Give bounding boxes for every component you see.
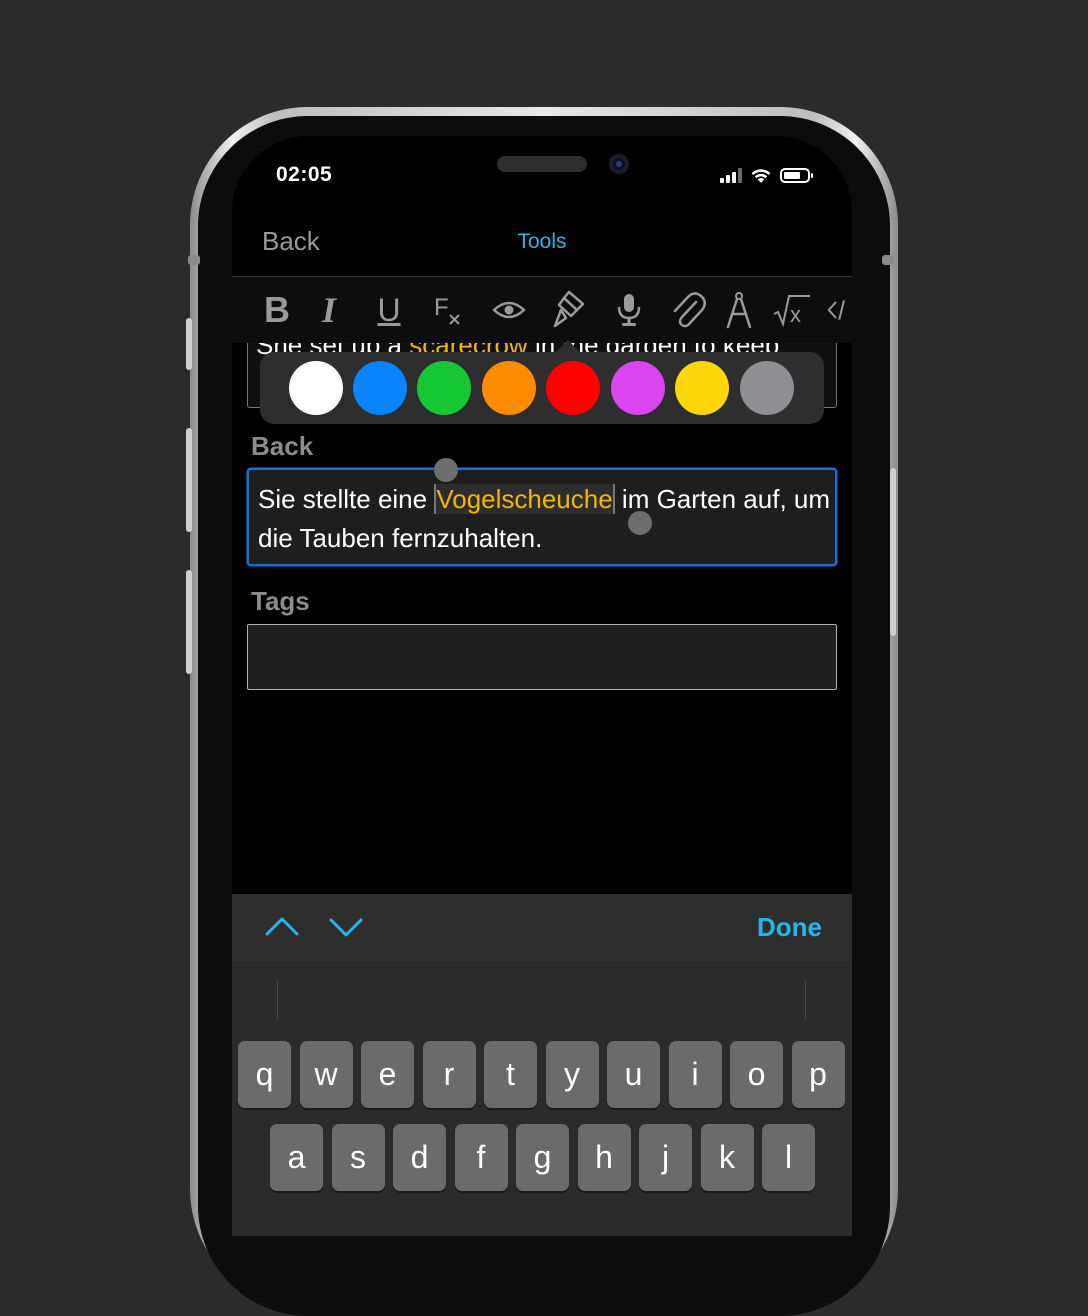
status-icons xyxy=(720,164,813,186)
html-code-button[interactable] xyxy=(828,277,852,343)
clear-format-icon: F xyxy=(434,294,460,325)
underline-button[interactable]: U xyxy=(374,277,404,343)
tags-input[interactable] xyxy=(247,624,837,690)
earpiece-speaker xyxy=(497,156,587,172)
color-swatch-gray[interactable] xyxy=(740,361,794,415)
status-time: 02:05 xyxy=(276,163,333,186)
selected-word[interactable]: Vogelscheuche xyxy=(434,484,615,514)
key-o[interactable]: o xyxy=(730,1041,783,1108)
selection-end-handle[interactable] xyxy=(628,511,652,535)
chevron-down-icon[interactable] xyxy=(328,914,364,940)
suggestion-divider-right xyxy=(805,981,806,1019)
square-root-icon: x xyxy=(773,295,810,328)
key-r[interactable]: r xyxy=(422,1041,476,1108)
keyboard-accessory-bar: Done xyxy=(232,894,852,961)
back-field[interactable]: Sie stellte eine Vogelscheuche im Garten… xyxy=(247,468,837,566)
key-w[interactable]: w xyxy=(299,1041,353,1108)
color-swatch-purple[interactable] xyxy=(611,361,665,415)
volume-down-button xyxy=(186,570,192,674)
bold-button[interactable]: B xyxy=(260,277,294,343)
mute-switch xyxy=(186,318,192,370)
selection-start-handle[interactable] xyxy=(434,458,458,482)
italic-button[interactable]: I xyxy=(316,277,342,343)
power-button xyxy=(890,468,896,636)
suggestion-divider-left xyxy=(277,981,278,1019)
key-d[interactable]: d xyxy=(393,1124,446,1191)
preview-button[interactable] xyxy=(490,277,528,343)
wifi-icon xyxy=(751,168,771,183)
front-camera xyxy=(609,154,629,174)
eye-icon xyxy=(492,301,526,319)
key-g[interactable]: g xyxy=(516,1124,569,1191)
color-swatch-white[interactable] xyxy=(289,361,343,415)
key-t[interactable]: t xyxy=(484,1041,537,1108)
key-u[interactable]: u xyxy=(607,1041,660,1108)
key-l[interactable]: l xyxy=(762,1124,815,1191)
key-y[interactable]: y xyxy=(545,1041,599,1108)
text-color-button[interactable] xyxy=(548,277,590,343)
paintbrush-icon xyxy=(553,290,585,328)
attachment-button[interactable] xyxy=(668,277,708,343)
tools-title[interactable]: Tools xyxy=(472,230,612,254)
tags-field-label: Tags xyxy=(251,586,310,616)
key-j[interactable]: j xyxy=(639,1124,692,1191)
color-swatch-green[interactable] xyxy=(417,361,471,415)
antenna-band-right xyxy=(882,255,894,265)
microphone-button[interactable] xyxy=(612,277,646,343)
color-swatch-orange[interactable] xyxy=(482,361,536,415)
done-button[interactable]: Done xyxy=(757,912,822,943)
color-swatch-red[interactable] xyxy=(546,361,600,415)
phone-screen: 02:05 Back Tools She set up a scarecrow … xyxy=(232,136,852,1236)
cellular-signal-icon xyxy=(720,167,742,183)
keyboard: qwertyuiop asdfghjkl xyxy=(232,961,852,1236)
key-i[interactable]: i xyxy=(668,1041,722,1108)
key-h[interactable]: h xyxy=(577,1124,631,1191)
color-swatch-blue[interactable] xyxy=(353,361,407,415)
chevron-up-icon[interactable] xyxy=(264,914,300,940)
paperclip-icon xyxy=(673,292,706,328)
antenna-band-left xyxy=(188,255,200,265)
notch xyxy=(369,136,715,204)
key-f[interactable]: f xyxy=(454,1124,508,1191)
math-button[interactable]: x xyxy=(772,277,812,343)
color-swatch-yellow[interactable] xyxy=(675,361,729,415)
key-s[interactable]: s xyxy=(331,1124,385,1191)
format-toolbar: B I U F x xyxy=(232,276,852,343)
key-q[interactable]: q xyxy=(238,1041,291,1108)
key-a[interactable]: a xyxy=(270,1124,323,1191)
clear-format-button[interactable]: F xyxy=(432,277,466,343)
volume-up-button xyxy=(186,428,192,532)
compass-icon xyxy=(726,292,752,329)
back-text: Sie stellte eine Vogelscheuche im Garten… xyxy=(258,480,830,558)
battery-icon xyxy=(780,167,813,183)
microphone-icon xyxy=(617,294,641,326)
clear-format-glyph: F xyxy=(434,294,449,321)
back-text-before: Sie stellte eine xyxy=(258,484,435,514)
square-root-x: x xyxy=(790,302,801,327)
back-button[interactable]: Back xyxy=(262,226,320,257)
code-icon xyxy=(828,300,845,320)
back-field-label: Back xyxy=(251,431,314,461)
key-k[interactable]: k xyxy=(700,1124,754,1191)
key-p[interactable]: p xyxy=(791,1041,845,1108)
key-e[interactable]: e xyxy=(361,1041,414,1108)
color-palette-popover xyxy=(260,340,824,424)
drawing-button[interactable] xyxy=(724,277,754,343)
